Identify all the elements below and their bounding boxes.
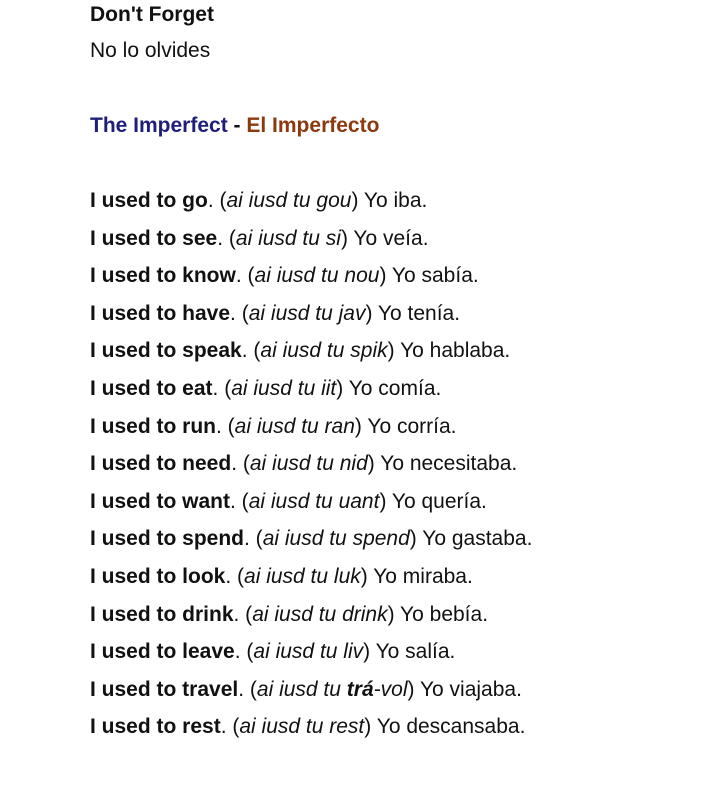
pronunciation: ai iusd tu uant: [248, 489, 380, 513]
document-page: Don't Forget No lo olvides The Imperfect…: [90, 0, 710, 751]
spanish-translation: Yo salía.: [375, 640, 456, 664]
english-phrase: I used to need: [90, 452, 232, 476]
page-subtitle: No lo olvides: [90, 39, 211, 62]
english-phrase: I used to run: [90, 414, 216, 438]
english-phrase: I used to eat: [90, 376, 213, 400]
pronunciation: ai iusd tu nou: [254, 264, 380, 288]
phrase-row: I used to go. (ai iusd tu gou) Yo iba.: [90, 189, 428, 212]
pronunciation-after: -vol: [373, 677, 408, 701]
phrase-row: I used to need. (ai iusd tu nid) Yo nece…: [90, 452, 518, 476]
spanish-translation: Yo quería.: [391, 489, 487, 513]
spanish-translation: Yo comía.: [348, 376, 442, 400]
pronunciation: ai iusd tu si: [235, 226, 341, 250]
pronunciation: ai iusd tu luk: [244, 564, 361, 588]
phrase-row: I used to spend. (ai iusd tu spend) Yo g…: [90, 527, 533, 551]
english-phrase: I used to see: [90, 226, 218, 250]
pronunciation: ai iusd tu nid: [249, 452, 368, 476]
pronunciation: ai iusd tu gou: [226, 189, 352, 212]
english-phrase: I used to spend: [90, 527, 245, 551]
spanish-translation: Yo sabía.: [391, 264, 479, 288]
spanish-translation: Yo descansaba.: [376, 715, 526, 739]
section-title-separator: -: [227, 114, 247, 137]
english-phrase: I used to have: [90, 301, 231, 325]
phrase-row: I used to speak. (ai iusd tu spik) Yo ha…: [90, 339, 511, 363]
phrase-row: I used to eat. (ai iusd tu iit) Yo comía…: [90, 376, 442, 400]
pronunciation: ai iusd tu ran: [234, 414, 355, 438]
spanish-translation: Yo veía.: [353, 226, 429, 250]
pronunciation: ai iusd tu liv: [253, 640, 364, 664]
spanish-translation: Yo necesitaba.: [380, 452, 518, 476]
phrase-row: I used to run. (ai iusd tu ran) Yo corrí…: [90, 414, 457, 438]
pronunciation: ai iusd tu jav: [248, 301, 366, 325]
phrase-row: I used to know. (ai iusd tu nou) Yo sabí…: [90, 264, 479, 288]
phrase-list: I used to go. (ai iusd tu gou) Yo iba. I…: [90, 187, 710, 751]
english-phrase: I used to leave: [90, 640, 235, 664]
pronunciation: ai iusd tu drink: [252, 602, 388, 626]
spanish-translation: Yo miraba.: [373, 564, 473, 588]
spanish-translation: Yo corría.: [367, 414, 457, 438]
english-phrase: I used to travel: [90, 677, 239, 701]
section-title: The Imperfect - El Imperfecto: [90, 112, 710, 140]
pronunciation-stressed-syllable: trá: [346, 677, 374, 701]
phrase-row: I used to look. (ai iusd tu luk) Yo mira…: [90, 564, 473, 588]
pronunciation-before: ai iusd tu: [256, 677, 347, 701]
section-title-spanish: El Imperfecto: [246, 114, 380, 137]
spanish-translation: Yo bebía.: [400, 602, 489, 626]
phrase-row: I used to rest. (ai iusd tu rest) Yo des…: [90, 715, 526, 739]
english-phrase: I used to drink: [90, 602, 234, 626]
pronunciation: ai iusd tu spend: [262, 527, 410, 551]
english-phrase: I used to want: [90, 489, 231, 513]
english-phrase: I used to rest: [90, 715, 221, 739]
spanish-translation: Yo viajaba.: [419, 677, 522, 701]
section-title-english: The Imperfect: [90, 114, 228, 137]
phrase-row: I used to drink. (ai iusd tu drink) Yo b…: [90, 602, 489, 626]
phrase-row: I used to have. (ai iusd tu jav) Yo tení…: [90, 301, 461, 325]
english-phrase: I used to know: [90, 264, 236, 288]
phrase-row: I used to want. (ai iusd tu uant) Yo que…: [90, 489, 487, 513]
spanish-translation: Yo iba.: [363, 189, 428, 212]
phrase-row: I used to leave. (ai iusd tu liv) Yo sal…: [90, 640, 456, 664]
spanish-translation: Yo gastaba.: [422, 527, 533, 551]
pronunciation: ai iusd tu rest: [239, 715, 365, 739]
english-phrase: I used to speak: [90, 339, 242, 363]
english-phrase: I used to go: [90, 189, 208, 212]
english-phrase: I used to look: [90, 564, 226, 588]
page-title: Don't Forget: [90, 3, 214, 26]
spanish-translation: Yo hablaba.: [400, 339, 511, 363]
pronunciation: ai iusd tu iit: [231, 376, 337, 400]
phrase-row: I used to see. (ai iusd tu si) Yo veía.: [90, 226, 429, 250]
phrase-row: I used to travel. (ai iusd tu trá-vol) Y…: [90, 677, 522, 701]
pronunciation: ai iusd tu spik: [260, 339, 388, 363]
spanish-translation: Yo tenía.: [377, 301, 461, 325]
